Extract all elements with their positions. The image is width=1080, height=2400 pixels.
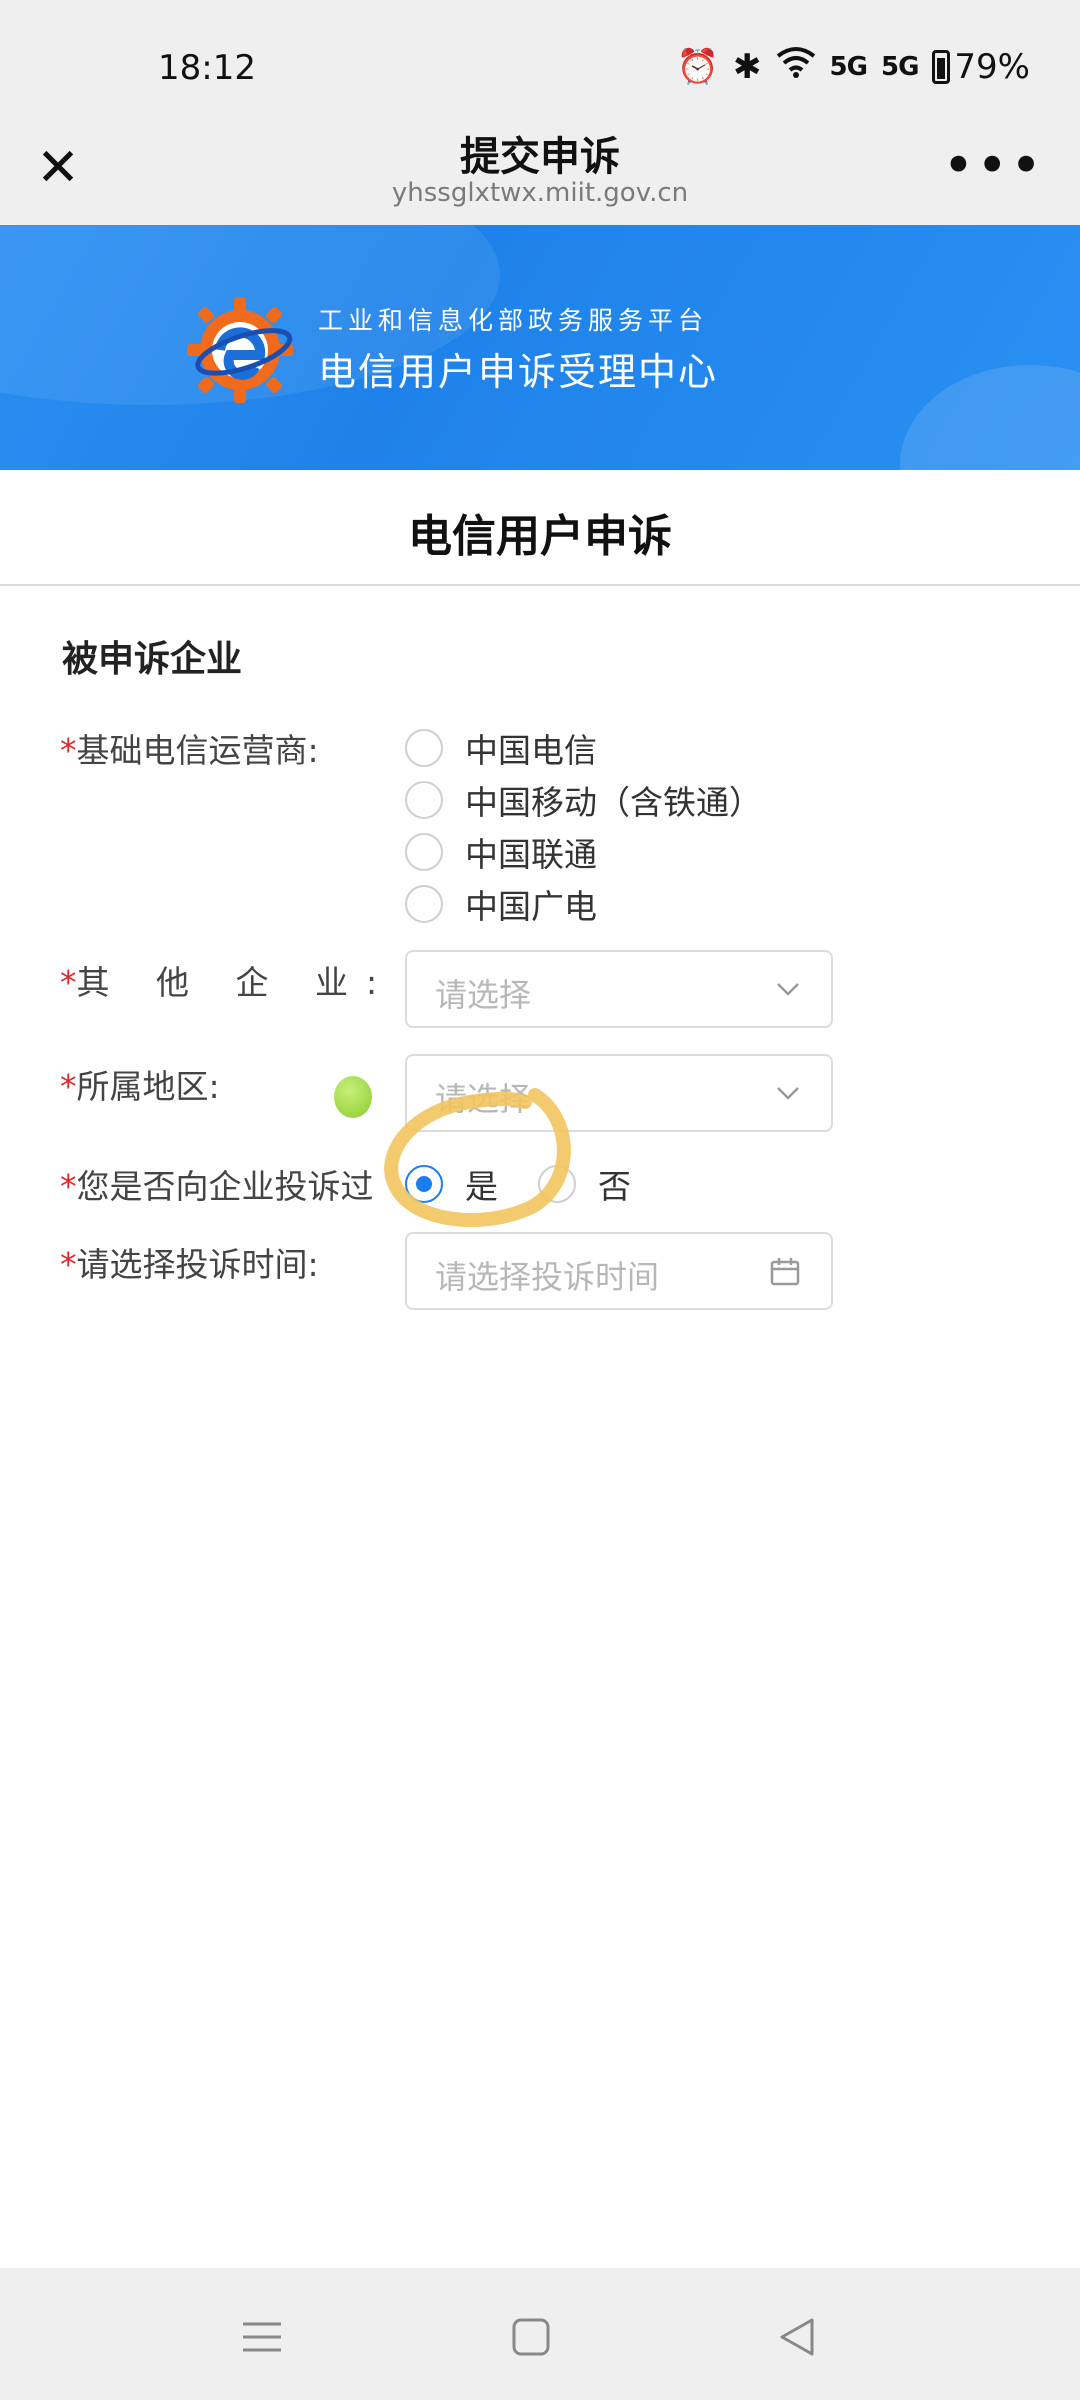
other-company-label: *其 他 企 业: [60,956,395,1004]
required-mark: * [60,1167,77,1206]
radio-icon[interactable] [405,885,443,923]
required-mark: * [60,1067,77,1106]
nav-bar: ✕ 提交申诉 yhssglxtwx.miit.gov.cn ••• [0,110,1080,225]
page-title: 提交申诉 [460,134,620,180]
radio-checked-icon[interactable] [405,1165,443,1203]
status-icons: ⏰ ✱ 5G 5G 79% [677,46,1030,87]
home-icon[interactable] [506,2312,556,2362]
select-placeholder: 请选择 [435,1080,532,1118]
complaint-time-picker[interactable]: 请选择投诉时间 [405,1232,833,1310]
battery-level: 79% [954,46,1030,87]
chevron-down-icon [777,1087,799,1100]
complained-before-label: *您是否向企业投诉过 [60,1160,380,1208]
other-company-select[interactable]: 请选择 [405,950,833,1028]
operator-label: *基础电信运营商: [60,724,319,772]
radio-icon[interactable] [405,833,443,871]
calendar-icon [770,1258,800,1286]
option-label: 是 [465,1167,498,1206]
system-nav-bar [0,2268,1080,2400]
wifi-icon [776,46,816,87]
option-label: 中国电信 [465,731,597,770]
complained-no-option[interactable]: 否 [538,1160,631,1208]
other-company-label-text: 其 他 企 业: [76,963,396,1002]
radio-icon[interactable] [405,729,443,767]
section-header: 电信用户申诉 [0,470,1080,586]
option-label: 中国联通 [465,835,597,874]
region-label: *所属地区: [60,1060,220,1108]
option-label: 中国移动（含铁通） [465,783,762,822]
page-url: yhssglxtwx.miit.gov.cn [391,178,689,208]
required-mark: * [60,963,77,1002]
back-icon[interactable] [772,2312,822,2362]
region-label-text: 所属地区: [76,1067,220,1106]
complained-before-label-text: 您是否向企业投诉过 [76,1167,374,1206]
complained-yes-option[interactable]: 是 [405,1160,498,1208]
miit-logo-icon [187,297,293,403]
radio-icon[interactable] [538,1165,576,1203]
operator-option-mobile[interactable]: 中国移动（含铁通） [405,776,762,824]
status-time: 18:12 [158,48,256,88]
chevron-down-icon [777,983,799,996]
region-select[interactable]: 请选择 [405,1054,833,1132]
group-title: 被申诉企业 [62,639,243,680]
alarm-icon: ⏰ [676,46,720,87]
signal-5g-icon-2: 5G [880,51,919,82]
touch-indicator-dot [334,1076,372,1118]
radio-icon[interactable] [405,781,443,819]
banner-title: 电信用户申诉受理中心 [318,350,719,394]
section-title: 电信用户申诉 [408,511,672,562]
operator-option-telecom[interactable]: 中国电信 [405,724,597,772]
signal-5g-icon: 5G [829,51,868,82]
operator-label-text: 基础电信运营商: [76,731,319,770]
operator-option-broadnet[interactable]: 中国广电 [405,880,597,928]
status-bar: 18:12 ⏰ ✱ 5G 5G 79% [0,0,1080,110]
required-mark: * [60,1245,77,1284]
battery-icon [932,49,951,84]
operator-option-unicom[interactable]: 中国联通 [405,828,597,876]
menu-icon[interactable] [237,2312,287,2362]
select-placeholder: 请选择 [435,976,532,1014]
complaint-time-label: *请选择投诉时间: [60,1238,319,1286]
required-mark: * [60,731,77,770]
bluetooth-icon: ✱ [733,46,762,87]
date-placeholder: 请选择投诉时间 [435,1258,660,1296]
option-label: 中国广电 [465,887,597,926]
battery-indicator: 79% [932,47,1030,87]
complaint-time-label-text: 请选择投诉时间: [76,1245,319,1284]
banner-subtitle: 工业和信息化部政务服务平台 [318,306,709,335]
option-label: 否 [598,1167,631,1206]
banner: 工业和信息化部政务服务平台 电信用户申诉受理中心 [0,225,1080,470]
more-options-icon[interactable]: ••• [942,138,1044,194]
